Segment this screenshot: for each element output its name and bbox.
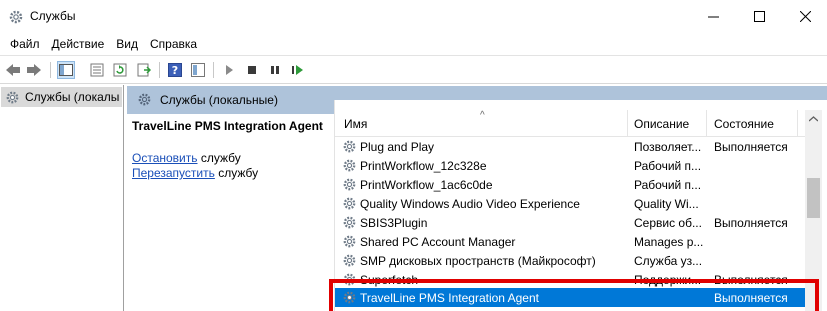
services-gear-icon	[9, 10, 23, 24]
service-description: Служба уз...	[634, 254, 703, 268]
service-gear-icon	[342, 215, 357, 230]
service-description: Quality Wi...	[634, 197, 699, 211]
service-state: Выполняется	[714, 140, 788, 154]
properties-button[interactable]	[88, 61, 106, 79]
restart-action: Перезапустить службу	[132, 166, 258, 180]
table-row[interactable]: PrintWorkflow_1ac6c0de Рабочий п...	[335, 175, 805, 194]
service-description: Сервис об...	[634, 216, 702, 230]
service-gear-icon	[342, 196, 357, 211]
restart-icon	[292, 65, 303, 75]
service-name: SMP дисковых пространств (Майкрософт)	[360, 254, 596, 268]
console-tree-button[interactable]	[57, 61, 75, 79]
column-header-state[interactable]: Состояние	[714, 117, 774, 131]
export-icon	[137, 63, 151, 77]
toolbar-separator	[159, 62, 160, 78]
stop-icon	[248, 66, 256, 74]
close-button[interactable]	[782, 0, 827, 33]
service-detail-title: TravelLine PMS Integration Agent	[132, 119, 323, 133]
service-gear-icon	[342, 234, 357, 249]
service-description: Позволяет...	[634, 140, 702, 154]
toolbar: ?	[0, 55, 827, 84]
pause-icon	[271, 66, 279, 74]
properties-icon	[90, 63, 104, 77]
maximize-icon	[753, 11, 765, 22]
tree-item-label: Службы (локалы	[25, 90, 120, 104]
service-name: Shared PC Account Manager	[360, 235, 516, 249]
menu-action[interactable]: Действие	[46, 37, 111, 51]
scrollbar-thumb[interactable]	[807, 178, 820, 218]
service-state: Выполняется	[714, 216, 788, 230]
minimize-icon	[707, 16, 719, 18]
service-name: PrintWorkflow_12c328e	[360, 159, 487, 173]
service-description: Manages p...	[634, 235, 704, 249]
console-tree-icon	[59, 64, 73, 76]
menu-file[interactable]: Файл	[4, 37, 46, 51]
export-button[interactable]	[135, 61, 153, 79]
refresh-button[interactable]	[111, 61, 129, 79]
menu-bar: Файл Действие Вид Справка	[0, 33, 827, 55]
refresh-icon	[113, 63, 127, 77]
close-icon	[799, 11, 811, 22]
stop-service-link[interactable]: Остановить	[132, 151, 198, 165]
scroll-up-button[interactable]	[805, 110, 822, 127]
maximize-button[interactable]	[736, 0, 782, 33]
menu-help[interactable]: Справка	[144, 37, 203, 51]
service-detail-panel: TravelLine PMS Integration Agent Останов…	[127, 114, 333, 311]
stop-action: Остановить службу	[132, 151, 241, 165]
table-row[interactable]: Plug and Play Позволяет... Выполняется	[335, 137, 805, 156]
back-arrow-icon	[6, 64, 20, 76]
snapin-button[interactable]	[189, 61, 207, 79]
stop-service-button[interactable]	[243, 61, 261, 79]
table-row[interactable]: Quality Windows Audio Video Experience Qu…	[335, 194, 805, 213]
column-header-name[interactable]: Имя	[344, 117, 367, 131]
service-gear-icon	[342, 139, 357, 154]
console-tree: Службы (локалы	[0, 85, 124, 311]
service-name: Quality Windows Audio Video Experience	[360, 197, 580, 211]
pause-service-button[interactable]	[266, 61, 284, 79]
help-icon: ?	[168, 63, 182, 77]
restart-service-button[interactable]	[289, 61, 307, 79]
service-description: Рабочий п...	[634, 159, 702, 173]
title-bar: Службы	[0, 0, 827, 33]
column-divider[interactable]	[627, 110, 628, 136]
help-button[interactable]: ?	[166, 61, 184, 79]
column-divider[interactable]	[797, 110, 798, 136]
list-header: ^ Имя Описание Состояние	[335, 110, 805, 137]
toolbar-separator	[50, 62, 51, 78]
restart-service-link[interactable]: Перезапустить	[132, 166, 215, 180]
annotation-highlight-box	[329, 279, 819, 311]
stop-action-suffix: службу	[197, 151, 241, 165]
minimize-button[interactable]	[690, 0, 736, 33]
restart-action-suffix: службу	[214, 166, 259, 180]
sort-ascending-icon: ^	[480, 110, 485, 121]
svg-text:?: ?	[172, 64, 178, 77]
start-service-button[interactable]	[220, 61, 238, 79]
forward-button[interactable]	[25, 61, 43, 79]
column-divider[interactable]	[706, 110, 707, 136]
table-row[interactable]: SMP дисковых пространств (Майкрософт) Слу…	[335, 251, 805, 270]
service-name: Plug and Play	[360, 140, 435, 154]
service-gear-icon	[342, 253, 357, 268]
table-row[interactable]: PrintWorkflow_12c328e Рабочий п...	[335, 156, 805, 175]
chevron-up-icon	[809, 115, 818, 121]
menu-view[interactable]: Вид	[110, 37, 144, 51]
service-gear-icon	[342, 158, 357, 173]
table-row[interactable]: Shared PC Account Manager Manages p...	[335, 232, 805, 251]
forward-arrow-icon	[27, 64, 41, 76]
back-button[interactable]	[4, 61, 22, 79]
pane-header-title: Службы (локальные)	[160, 93, 278, 107]
service-name: SBIS3Plugin	[360, 216, 428, 230]
services-gear-icon	[6, 91, 19, 103]
services-gear-icon	[138, 93, 151, 106]
column-header-description[interactable]: Описание	[634, 117, 689, 131]
toolbar-separator	[213, 62, 214, 78]
table-row[interactable]: SBIS3Plugin Сервис об... Выполняется	[335, 213, 805, 232]
tree-item-local-services[interactable]: Службы (локалы	[1, 87, 122, 107]
window-title: Службы	[30, 9, 76, 23]
snapin-icon	[191, 63, 205, 77]
service-description: Рабочий п...	[634, 178, 702, 192]
start-icon	[226, 65, 233, 75]
service-gear-icon	[342, 177, 357, 192]
service-name: PrintWorkflow_1ac6c0de	[360, 178, 493, 192]
